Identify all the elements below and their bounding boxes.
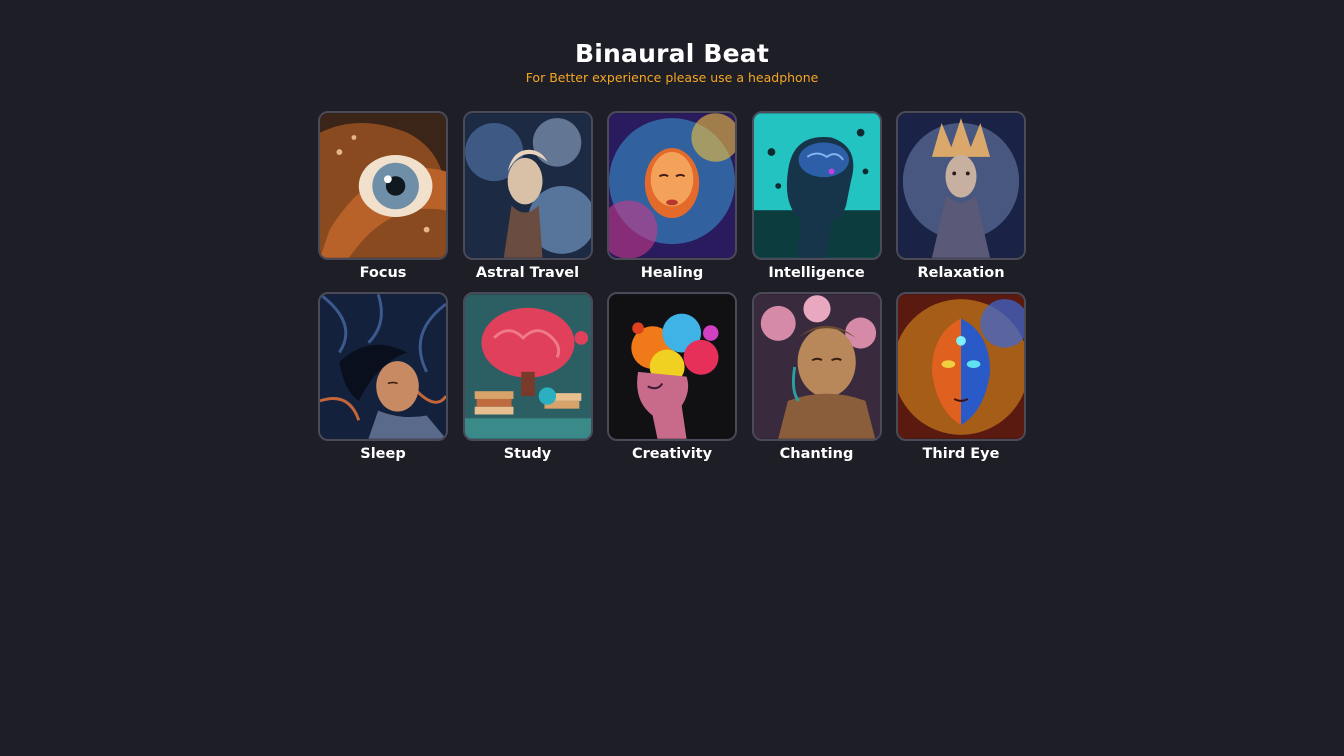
tile-label: Chanting — [779, 446, 854, 462]
tile-label: Healing — [640, 265, 704, 281]
tile-third-eye[interactable]: Third Eye — [896, 292, 1026, 463]
chanting-thumbnail[interactable] — [751, 292, 882, 441]
tile-label: Study — [503, 446, 552, 462]
sleep-thumbnail[interactable] — [318, 292, 448, 441]
beat-grid: Focus Astral Travel Healing Intelligence… — [318, 111, 1028, 463]
tile-label: Creativity — [631, 446, 713, 462]
tile-sleep[interactable]: Sleep — [318, 292, 448, 463]
tile-label: Astral Travel — [475, 265, 580, 281]
tile-label: Sleep — [360, 446, 406, 462]
tile-astral-travel[interactable]: Astral Travel — [462, 111, 593, 282]
brain-head-artwork-icon — [753, 113, 880, 258]
third-eye-thumbnail[interactable] — [896, 292, 1026, 441]
intelligence-thumbnail[interactable] — [751, 111, 882, 260]
glowing-face-artwork-icon — [609, 113, 735, 258]
relaxation-thumbnail[interactable] — [896, 111, 1026, 260]
tile-label: Intelligence — [768, 265, 865, 281]
eye-artwork-icon — [320, 113, 446, 258]
third-eye-face-artwork-icon — [898, 294, 1024, 439]
study-thumbnail[interactable] — [462, 292, 593, 441]
app-page: Binaural Beat For Better experience plea… — [0, 0, 1344, 756]
tile-label: Third Eye — [922, 446, 1000, 462]
astral-travel-thumbnail[interactable] — [462, 111, 593, 260]
creativity-thumbnail[interactable] — [607, 292, 737, 441]
sleeping-woman-artwork-icon — [320, 294, 446, 439]
healing-thumbnail[interactable] — [607, 111, 737, 260]
crowned-woman-artwork-icon — [898, 113, 1024, 258]
header: Binaural Beat For Better experience plea… — [0, 38, 1344, 86]
tile-label: Focus — [359, 265, 407, 281]
buddha-artwork-icon — [753, 294, 880, 439]
tile-relaxation[interactable]: Relaxation — [896, 111, 1026, 282]
page-subtitle: For Better experience please use a headp… — [525, 70, 819, 85]
tile-healing[interactable]: Healing — [607, 111, 737, 282]
astral-face-artwork-icon — [464, 113, 591, 258]
brain-books-artwork-icon — [464, 294, 591, 439]
page-title: Binaural Beat — [575, 39, 769, 68]
tile-study[interactable]: Study — [462, 292, 593, 463]
focus-thumbnail[interactable] — [318, 111, 448, 260]
tile-label: Relaxation — [917, 265, 1005, 281]
color-splash-head-artwork-icon — [609, 294, 735, 439]
tile-chanting[interactable]: Chanting — [751, 292, 882, 463]
tile-creativity[interactable]: Creativity — [607, 292, 737, 463]
tile-intelligence[interactable]: Intelligence — [751, 111, 882, 282]
tile-focus[interactable]: Focus — [318, 111, 448, 282]
